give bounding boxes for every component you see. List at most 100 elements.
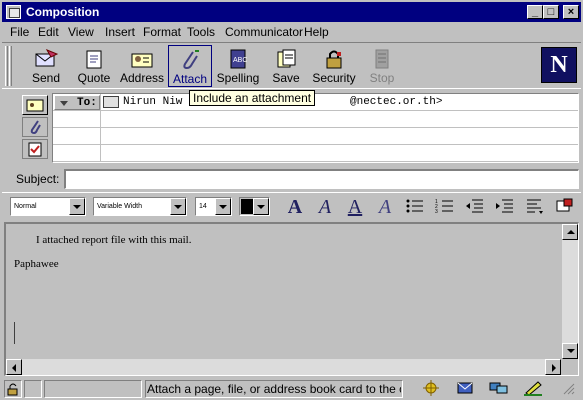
menu-help[interactable]: Help — [304, 25, 329, 39]
status-bar: Attach a page, file, or address book car… — [2, 379, 581, 399]
attach-tooltip: Include an attachment — [189, 90, 316, 106]
discussion-component-icon[interactable] — [488, 380, 512, 398]
spelling-icon: ABC — [225, 48, 251, 70]
mail-component-icon[interactable] — [455, 380, 479, 398]
window-title: Composition — [26, 5, 100, 19]
subject-input[interactable] — [64, 169, 579, 189]
subject-row: Subject: — [2, 167, 581, 191]
menu-view[interactable]: View — [68, 25, 94, 39]
recipient-row[interactable] — [53, 111, 578, 128]
scroll-left-arrow-icon — [12, 364, 16, 372]
insert-object-icon[interactable] — [554, 197, 576, 217]
quote-button[interactable]: Quote — [72, 45, 116, 87]
body-line-2: Paphawee — [14, 258, 59, 270]
title-bar: Composition _ □ × — [0, 0, 583, 22]
address-label: Address — [120, 71, 165, 85]
recipient-type-cell: To: — [53, 94, 101, 111]
paragraph-style-value: Normal — [14, 203, 37, 210]
alignment-icon[interactable] — [524, 197, 546, 217]
address-button[interactable]: Address — [120, 45, 164, 87]
paragraph-style-dropdown-icon[interactable] — [69, 198, 85, 215]
menu-file[interactable]: File — [10, 25, 29, 39]
recipient-type-dropdown[interactable]: To: — [54, 95, 100, 110]
options-icon — [28, 142, 42, 157]
clear-styles-icon[interactable]: A — [374, 197, 396, 217]
svg-text:3: 3 — [435, 209, 438, 215]
stop-icon — [369, 48, 395, 70]
font-dropdown-icon[interactable] — [170, 198, 186, 215]
recipient-row[interactable] — [53, 145, 578, 162]
address-icon — [129, 48, 155, 70]
unlocked-padlock-icon — [7, 383, 18, 396]
recipient-list[interactable]: To: Nirun Niw @nectec.or.th> — [52, 93, 579, 163]
font-size-select[interactable]: 14 — [195, 197, 232, 216]
minimize-button[interactable]: _ — [527, 5, 543, 19]
recipient-type-label: To: — [77, 97, 97, 109]
status-text: Attach a page, file, or address book car… — [147, 382, 401, 396]
security-icon — [321, 48, 347, 70]
message-body-editor[interactable]: I attached report file with this mail. P… — [4, 222, 579, 376]
menu-communicator[interactable]: Communicator — [225, 25, 303, 39]
attachments-tab[interactable] — [22, 117, 48, 137]
status-panel-empty — [24, 380, 42, 398]
recipient-row[interactable]: To: Nirun Niw @nectec.or.th> — [53, 94, 578, 111]
message-options-tab[interactable] — [22, 139, 48, 159]
attach-button[interactable]: Attach — [168, 45, 212, 87]
scroll-down-button[interactable] — [562, 343, 578, 359]
vertical-scrollbar[interactable] — [562, 224, 578, 359]
svg-text:ABC: ABC — [233, 57, 247, 64]
navigator-component-icon[interactable] — [420, 380, 444, 398]
maximize-button[interactable]: □ — [543, 5, 559, 19]
recipient-type-cell — [53, 145, 101, 162]
scroll-up-button[interactable] — [562, 224, 578, 240]
recipient-address[interactable]: Nirun Niw — [123, 96, 182, 108]
recipient-type-cell — [53, 128, 101, 145]
subject-label: Subject: — [16, 172, 60, 186]
window-resize-grip[interactable] — [560, 380, 578, 398]
text-color-dropdown-icon[interactable] — [253, 198, 269, 215]
menu-insert[interactable]: Insert — [105, 25, 135, 39]
toolbar-grip[interactable] — [5, 46, 8, 86]
save-button[interactable]: Save — [264, 45, 308, 87]
underline-icon[interactable]: A — [344, 197, 366, 217]
stop-label: Stop — [369, 71, 395, 85]
font-size-dropdown-icon[interactable] — [215, 198, 231, 215]
decrease-indent-icon[interactable] — [464, 197, 486, 217]
composition-icon — [6, 5, 21, 19]
toolbar-grip-2[interactable] — [9, 46, 12, 86]
save-label: Save — [272, 71, 300, 85]
quote-icon — [81, 48, 107, 70]
scroll-down-arrow-icon — [567, 349, 575, 353]
security-status-panel[interactable] — [4, 380, 22, 398]
security-button[interactable]: Security — [312, 45, 356, 87]
font-select[interactable]: Variable Width — [93, 197, 187, 216]
numbered-list-icon[interactable]: 123 — [434, 197, 456, 217]
close-button[interactable]: × — [563, 5, 579, 19]
scroll-up-arrow-icon — [567, 230, 575, 234]
netscape-logo[interactable]: N — [541, 47, 577, 83]
send-button[interactable]: Send — [24, 45, 68, 87]
spelling-button[interactable]: ABC Spelling — [216, 45, 260, 87]
scroll-right-button[interactable] — [545, 359, 561, 375]
paperclip-icon — [30, 120, 41, 135]
attach-icon — [177, 49, 203, 71]
increase-indent-icon[interactable] — [494, 197, 516, 217]
menu-format[interactable]: Format — [143, 25, 181, 39]
bullet-list-icon[interactable] — [404, 197, 426, 217]
bold-icon[interactable]: A — [284, 197, 306, 217]
address-recipients-tab[interactable] — [22, 95, 48, 115]
text-color-select[interactable] — [239, 197, 270, 216]
address-card-small-icon — [103, 96, 119, 108]
menu-tools[interactable]: Tools — [187, 25, 215, 39]
horizontal-scrollbar[interactable] — [6, 359, 561, 375]
menu-edit[interactable]: Edit — [38, 25, 59, 39]
scroll-right-arrow-icon — [552, 364, 556, 372]
recipient-row[interactable] — [53, 128, 578, 145]
message-body[interactable]: I attached report file with this mail. P… — [6, 224, 561, 359]
stop-button[interactable]: Stop — [360, 45, 404, 87]
scroll-left-button[interactable] — [6, 359, 22, 375]
italic-icon[interactable]: A — [314, 197, 336, 217]
composer-component-icon[interactable] — [522, 380, 546, 398]
paragraph-style-select[interactable]: Normal — [10, 197, 86, 216]
recipient-address-tail[interactable]: @nectec.or.th> — [350, 96, 442, 108]
